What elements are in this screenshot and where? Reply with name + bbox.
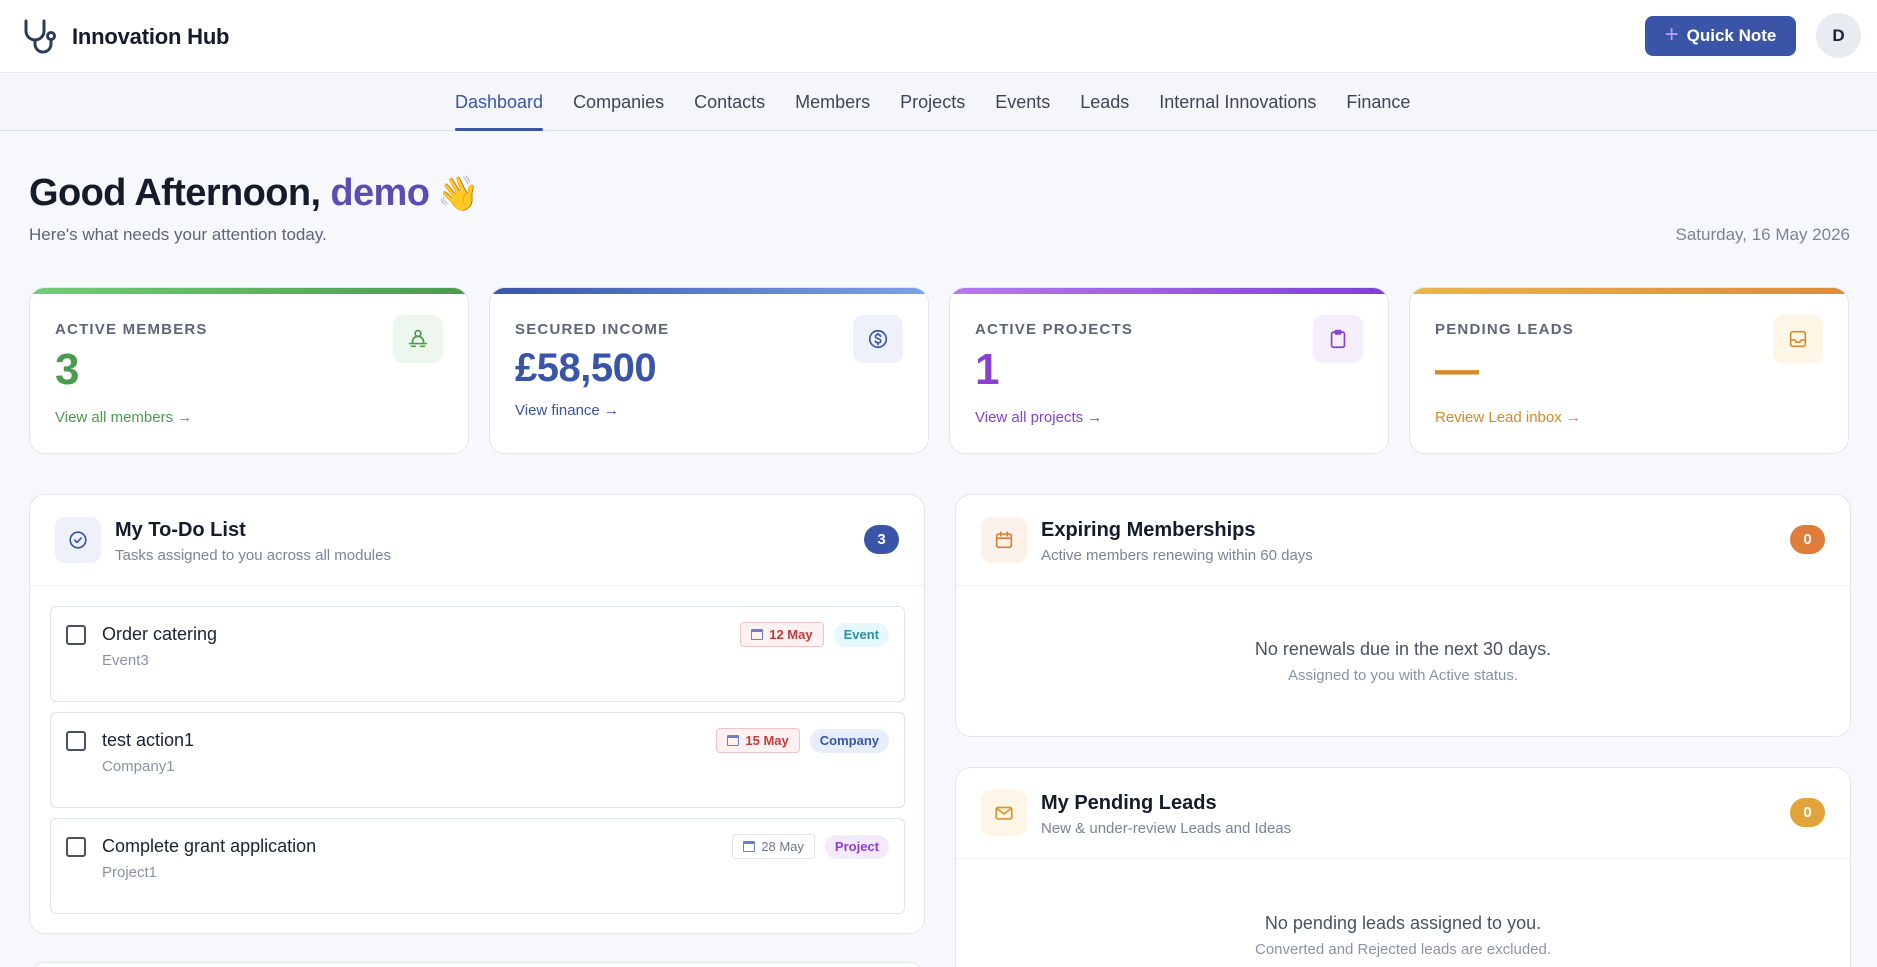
- kpi-accent-bar: [490, 288, 928, 294]
- view-all-members-link[interactable]: View all members →: [55, 409, 192, 426]
- kpi-accent-bar: [30, 288, 468, 294]
- todo-item-context: Company1: [102, 758, 175, 775]
- todo-item-context: Event3: [102, 652, 149, 669]
- due-date-text: 12 May: [769, 627, 813, 642]
- todo-item[interactable]: Complete grant application Project1 28 M…: [50, 818, 905, 914]
- kpi-label: SECURED INCOME: [515, 321, 670, 338]
- kpi-active-projects: ACTIVE PROJECTS 1 View all projects →: [949, 287, 1389, 454]
- expiring-title: Expiring Memberships: [1041, 519, 1256, 541]
- empty-state-message: No renewals due in the next 30 days.: [1254, 639, 1552, 659]
- greeting-salutation: Good Afternoon,: [29, 172, 331, 214]
- tab-finance[interactable]: Finance: [1346, 74, 1410, 131]
- pending-count-badge: 0: [1790, 798, 1825, 827]
- expiring-memberships-panel: Expiring Memberships Active members rene…: [955, 494, 1851, 737]
- top-bar: Innovation Hub + Quick Note D: [0, 0, 1877, 73]
- due-date-badge: 12 May: [740, 622, 824, 647]
- expiring-panel-header: Expiring Memberships Active members rene…: [956, 495, 1850, 586]
- page-title: Good Afternoon, demo 👋: [29, 172, 480, 215]
- greeting-user: demo: [330, 172, 430, 214]
- avatar[interactable]: D: [1816, 13, 1861, 58]
- pending-title: My Pending Leads: [1041, 792, 1217, 814]
- review-lead-inbox-link[interactable]: Review Lead inbox →: [1435, 409, 1581, 426]
- main-nav: Dashboard Companies Contacts Members Pro…: [0, 74, 1877, 131]
- kpi-value: £58,500: [515, 346, 657, 390]
- calendar-icon: [743, 841, 756, 852]
- calendar-icon: [981, 517, 1027, 563]
- tab-events[interactable]: Events: [995, 74, 1050, 131]
- plus-icon: +: [1664, 21, 1679, 48]
- tab-projects[interactable]: Projects: [900, 74, 965, 131]
- kpi-secured-income: SECURED INCOME £58,500 View finance →: [489, 287, 929, 454]
- kpi-label: PENDING LEADS: [1435, 321, 1574, 338]
- view-all-projects-link[interactable]: View all projects →: [975, 409, 1102, 426]
- due-date-badge: 28 May: [732, 834, 815, 859]
- wave-icon: 👋: [437, 175, 480, 213]
- todo-panel: My To-Do List Tasks assigned to you acro…: [29, 494, 925, 934]
- pending-leads-panel: My Pending Leads New & under-review Lead…: [955, 767, 1851, 967]
- due-date-text: 15 May: [745, 733, 789, 748]
- todo-subtitle: Tasks assigned to you across all modules: [115, 547, 391, 564]
- quick-note-label: Quick Note: [1686, 26, 1777, 45]
- expiring-count-badge: 0: [1790, 525, 1825, 554]
- kpi-value: 3: [55, 345, 79, 394]
- todo-item-title: test action1: [102, 730, 195, 750]
- tab-companies[interactable]: Companies: [573, 74, 664, 131]
- pending-panel-header: My Pending Leads New & under-review Lead…: [956, 768, 1850, 859]
- tab-members[interactable]: Members: [795, 74, 870, 131]
- tab-internal-innovations[interactable]: Internal Innovations: [1159, 74, 1316, 131]
- calendar-icon: [727, 735, 740, 746]
- pending-subtitle: New & under-review Leads and Ideas: [1041, 820, 1292, 837]
- empty-state-hint: Assigned to you with Active status.: [1287, 667, 1519, 684]
- tab-contacts[interactable]: Contacts: [694, 74, 765, 131]
- todo-title: My To-Do List: [115, 519, 246, 541]
- member-card-icon: [393, 315, 443, 363]
- todo-count-badge: 3: [864, 525, 899, 554]
- brand[interactable]: Innovation Hub: [22, 18, 229, 56]
- todo-item-title: Complete grant application: [102, 836, 317, 856]
- empty-state-hint: Converted and Rejected leads are exclude…: [1254, 941, 1552, 958]
- inbox-icon: [1773, 315, 1823, 363]
- calendar-icon: [751, 629, 764, 640]
- kpi-label: ACTIVE MEMBERS: [55, 321, 208, 338]
- kpi-value: —: [1435, 345, 1479, 394]
- todo-item[interactable]: test action1 Company1 15 May Company: [50, 712, 905, 808]
- due-date-text: 28 May: [761, 839, 804, 854]
- kpi-value: 1: [975, 345, 999, 394]
- module-tag: Company: [809, 728, 889, 753]
- kpi-accent-bar: [950, 288, 1388, 294]
- todo-item-title: Order catering: [102, 624, 218, 644]
- todo-item-context: Project1: [102, 864, 158, 881]
- empty-state-message: No pending leads assigned to you.: [1264, 913, 1542, 933]
- expiring-subtitle: Active members renewing within 60 days: [1041, 547, 1313, 564]
- dollar-icon: [853, 315, 903, 363]
- todo-checkbox[interactable]: [66, 625, 86, 645]
- check-circle-icon: [55, 517, 101, 563]
- module-tag: Event: [833, 622, 889, 647]
- clipboard-icon: [1313, 315, 1363, 363]
- current-date: Saturday, 16 May 2026: [1675, 225, 1850, 244]
- kpi-active-members: ACTIVE MEMBERS 3 View all members →: [29, 287, 469, 454]
- tab-dashboard[interactable]: Dashboard: [455, 74, 544, 131]
- due-date-badge: 15 May: [716, 728, 800, 753]
- todo-panel-header: My To-Do List Tasks assigned to you acro…: [30, 495, 924, 586]
- mail-icon: [981, 790, 1027, 836]
- todo-checkbox[interactable]: [66, 731, 86, 751]
- tab-leads[interactable]: Leads: [1080, 74, 1129, 131]
- page-subtitle: Here's what needs your attention today.: [29, 225, 327, 244]
- kpi-label: ACTIVE PROJECTS: [975, 321, 1134, 338]
- next-panel-edge: [29, 962, 925, 967]
- kpi-accent-bar: [1410, 288, 1848, 294]
- brand-name: Innovation Hub: [72, 24, 230, 49]
- todo-checkbox[interactable]: [66, 837, 86, 857]
- quick-note-button[interactable]: + Quick Note: [1645, 16, 1796, 56]
- kpi-pending-leads: PENDING LEADS — Review Lead inbox →: [1409, 287, 1849, 454]
- module-tag: Project: [824, 834, 889, 859]
- view-finance-link[interactable]: View finance →: [515, 402, 619, 419]
- todo-item[interactable]: Order catering Event3 12 May Event: [50, 606, 905, 702]
- stethoscope-icon: [24, 19, 56, 54]
